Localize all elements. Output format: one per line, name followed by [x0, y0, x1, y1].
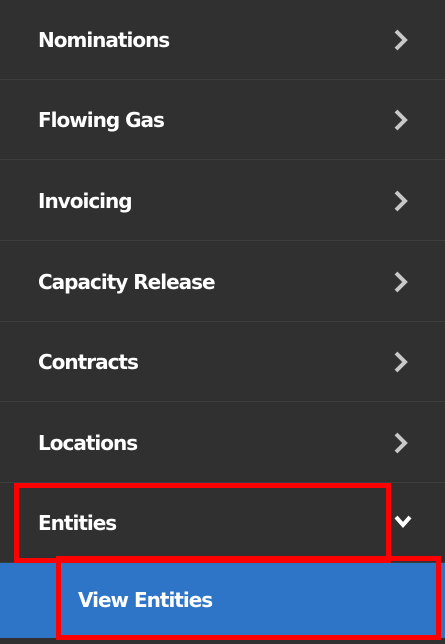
- chevron-down-icon: [393, 483, 413, 563]
- chevron-right-icon: [393, 0, 413, 80]
- menu-item-capacity-release[interactable]: Capacity Release: [0, 242, 445, 322]
- menu-item-entities[interactable]: Entities: [0, 483, 445, 563]
- menu-item-label: Nominations: [38, 28, 170, 52]
- menu-item-label: Entities: [38, 511, 117, 535]
- menu-bottom-divider: [0, 638, 445, 644]
- menu-item-label: Flowing Gas: [38, 108, 165, 132]
- submenu-item-view-entities[interactable]: View Entities: [0, 563, 445, 644]
- navigation-menu: Nominations Flowing Gas Invoicing Capaci…: [0, 0, 445, 644]
- menu-item-contracts[interactable]: Contracts: [0, 322, 445, 402]
- chevron-right-icon: [393, 322, 413, 402]
- menu-item-label: Locations: [38, 431, 138, 455]
- menu-item-label: Invoicing: [38, 189, 133, 213]
- chevron-right-icon: [393, 242, 413, 322]
- menu-item-nominations[interactable]: Nominations: [0, 0, 445, 80]
- menu-item-flowing-gas[interactable]: Flowing Gas: [0, 80, 445, 160]
- submenu-item-label: View Entities: [78, 588, 213, 612]
- chevron-right-icon: [393, 403, 413, 483]
- menu-item-label: Capacity Release: [38, 270, 216, 294]
- menu-item-locations[interactable]: Locations: [0, 403, 445, 483]
- menu-item-label: Contracts: [38, 350, 139, 374]
- menu-item-invoicing[interactable]: Invoicing: [0, 161, 445, 241]
- chevron-right-icon: [393, 161, 413, 241]
- chevron-right-icon: [393, 80, 413, 160]
